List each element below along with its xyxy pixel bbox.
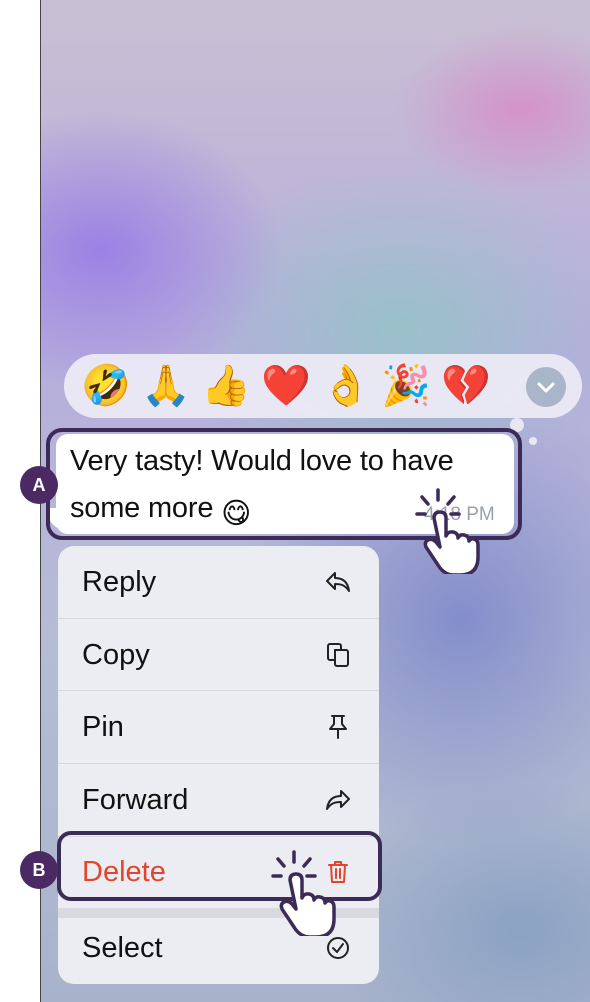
step-badge-b: B bbox=[20, 851, 58, 889]
reaction-bar: 🤣 🙏 👍 ❤️ 👌 🎉 💔 bbox=[64, 354, 582, 418]
reaction-red-heart[interactable]: ❤️ bbox=[256, 358, 316, 414]
menu-item-label: Copy bbox=[82, 638, 150, 671]
tap-hand-icon bbox=[270, 846, 340, 941]
reaction-pray[interactable]: 🙏 bbox=[136, 358, 196, 414]
reaction-ok-hand[interactable]: 👌 bbox=[316, 358, 376, 414]
menu-item-copy[interactable]: Copy bbox=[58, 619, 379, 691]
menu-item-forward[interactable]: Forward bbox=[58, 764, 379, 836]
reaction-bar-tail-dot bbox=[529, 437, 537, 445]
menu-item-reply[interactable]: Reply bbox=[58, 546, 379, 618]
reply-icon bbox=[325, 569, 351, 595]
chevron-down-icon bbox=[537, 382, 555, 393]
pin-icon bbox=[325, 714, 351, 740]
menu-item-pin[interactable]: Pin bbox=[58, 691, 379, 763]
reaction-broken-heart[interactable]: 💔 bbox=[436, 358, 496, 414]
menu-item-label: Pin bbox=[82, 710, 124, 743]
reaction-party-popper[interactable]: 🎉 bbox=[376, 358, 436, 414]
reaction-rofl[interactable]: 🤣 bbox=[76, 358, 136, 414]
copy-icon bbox=[325, 642, 351, 668]
forward-icon bbox=[325, 787, 351, 813]
menu-item-label: Forward bbox=[82, 783, 189, 816]
tap-hand-icon bbox=[414, 484, 484, 579]
menu-item-label: Reply bbox=[82, 565, 157, 598]
reaction-thumbs-up[interactable]: 👍 bbox=[196, 358, 256, 414]
menu-item-label: Select bbox=[82, 931, 163, 964]
more-reactions-button[interactable] bbox=[526, 367, 566, 407]
step-badge-a: A bbox=[20, 466, 58, 504]
